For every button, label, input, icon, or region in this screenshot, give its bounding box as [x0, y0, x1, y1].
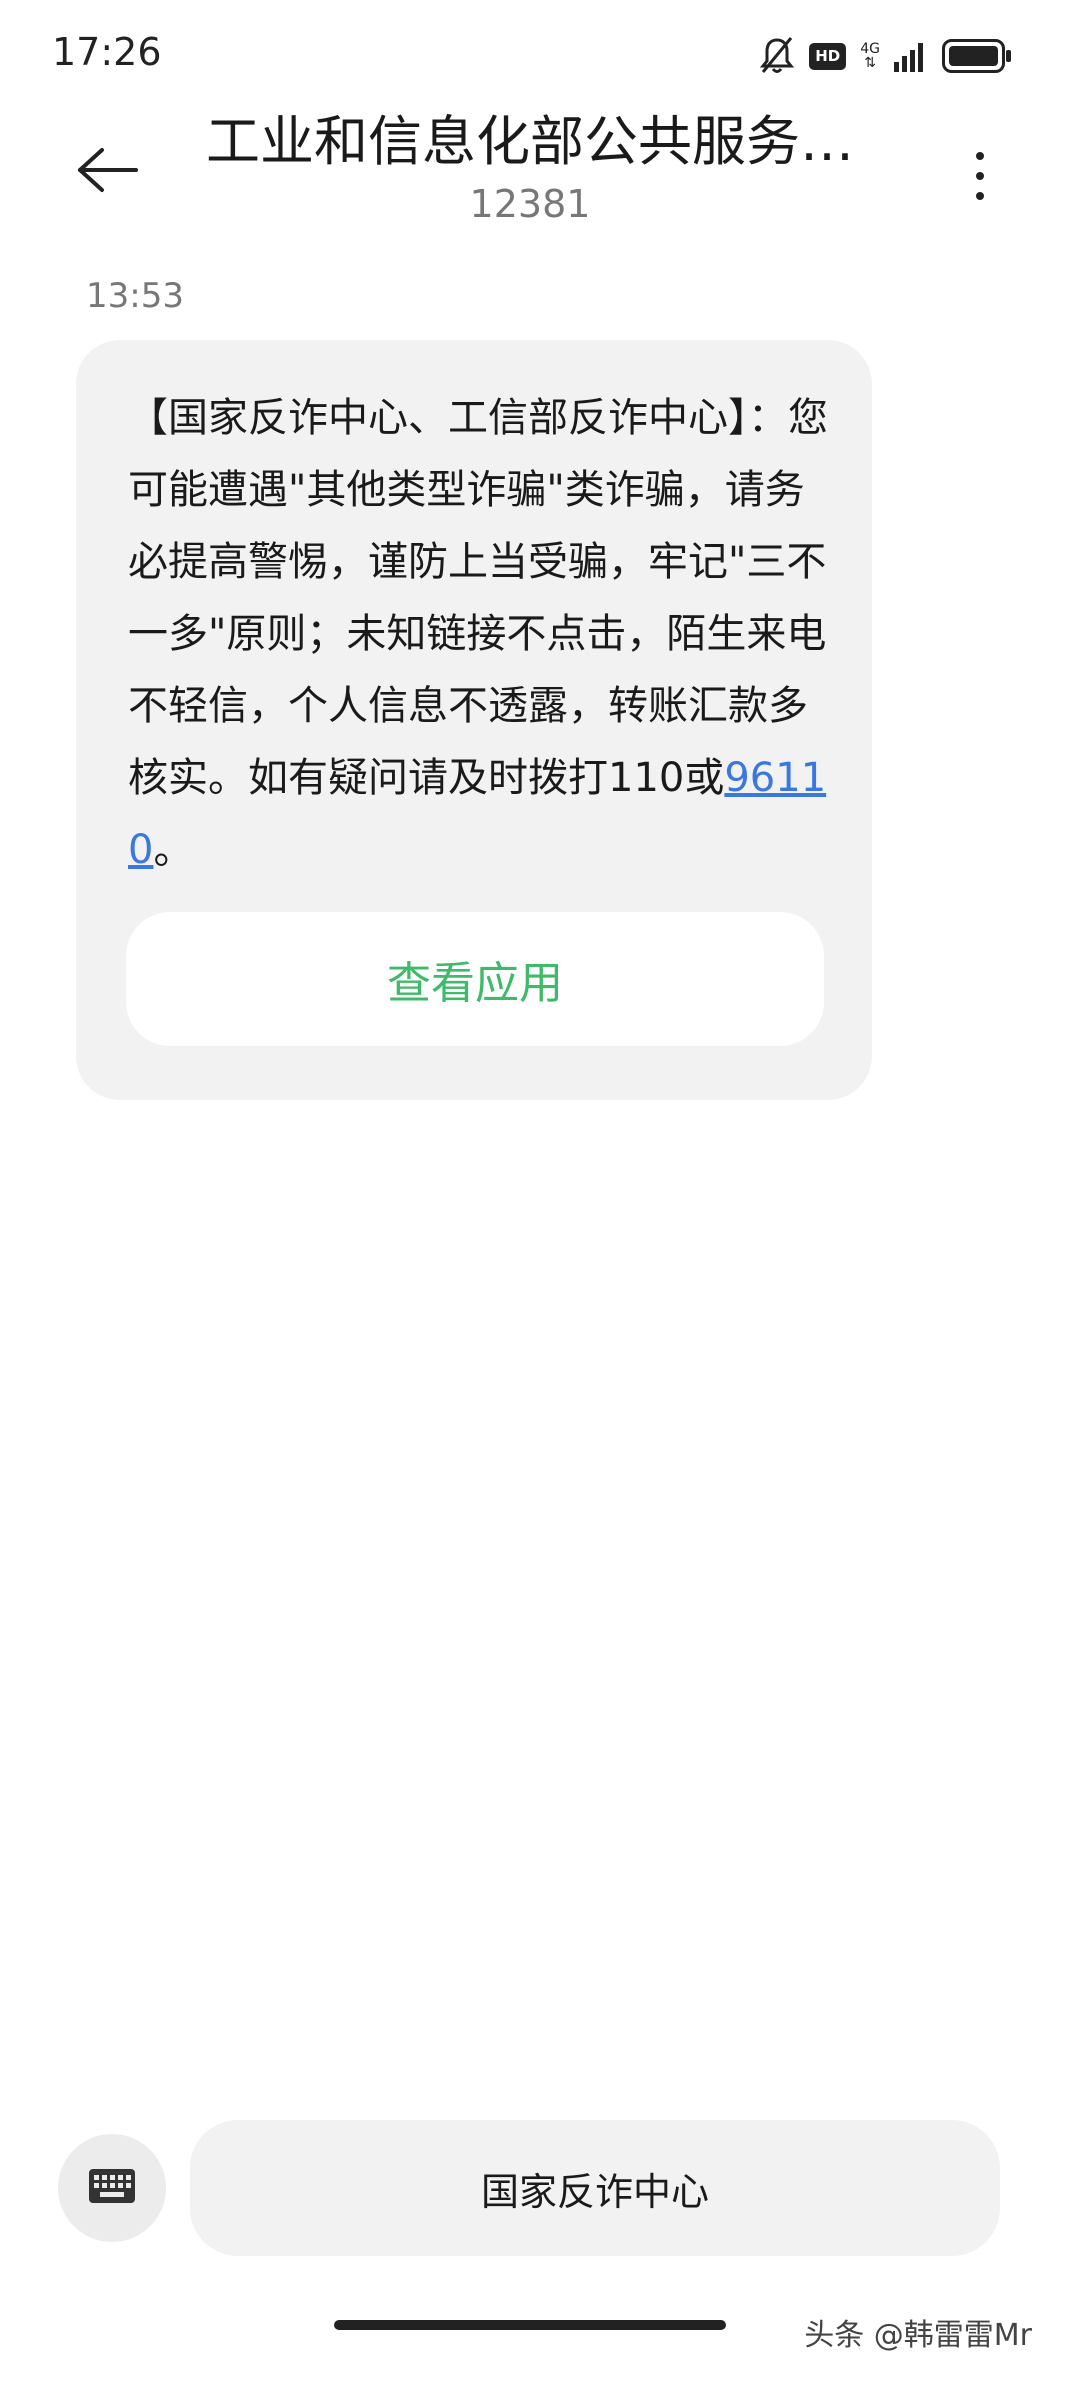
status-time: 17:26 — [52, 30, 162, 74]
title-block[interactable]: 工业和信息化部公共服务… 12381 — [170, 106, 890, 228]
message-text: 【国家反诈中心、工信部反诈中心】：您可能遭遇"其他类型诈骗"类诈骗，请务必提高警… — [128, 382, 828, 886]
hd-icon: HD — [809, 42, 847, 70]
bell-off-icon — [759, 36, 795, 76]
more-options-button[interactable] — [948, 134, 1012, 218]
message-timestamp: 13:53 — [86, 276, 184, 316]
network-label: 4G — [860, 41, 880, 57]
quick-reply-button[interactable]: 国家反诈中心 — [190, 2120, 1000, 2256]
message-end: 。 — [153, 827, 194, 873]
conversation-header: 工业和信息化部公共服务… 12381 — [0, 100, 1080, 230]
data-arrows-icon: ⇅ — [864, 55, 876, 71]
watermark: 头条 @韩雷雷Mr — [804, 2318, 1032, 2353]
back-arrow-icon — [76, 146, 140, 198]
more-vert-icon — [976, 152, 984, 160]
message-bubble[interactable]: 【国家反诈中心、工信部反诈中心】：您可能遭遇"其他类型诈骗"类诈骗，请务必提高警… — [76, 340, 872, 1100]
view-app-button[interactable]: 查看应用 — [126, 912, 824, 1046]
status-bar: 17:26 HD 4G ⇅ — [0, 0, 1080, 110]
battery-icon — [942, 39, 1012, 73]
network-type: 4G ⇅ — [860, 42, 880, 70]
back-button[interactable] — [66, 130, 150, 214]
conversation-title: 工业和信息化部公共服务… — [206, 110, 854, 173]
keyboard-toggle-button[interactable] — [58, 2134, 166, 2242]
home-indicator[interactable] — [334, 2320, 726, 2330]
signal-icon — [894, 40, 928, 72]
status-icons: HD 4G ⇅ — [759, 34, 1012, 78]
keyboard-icon — [88, 2168, 136, 2208]
message-body: 【国家反诈中心、工信部反诈中心】：您可能遭遇"其他类型诈骗"类诈骗，请务必提高警… — [128, 395, 828, 801]
sender-number: 12381 — [469, 182, 591, 226]
